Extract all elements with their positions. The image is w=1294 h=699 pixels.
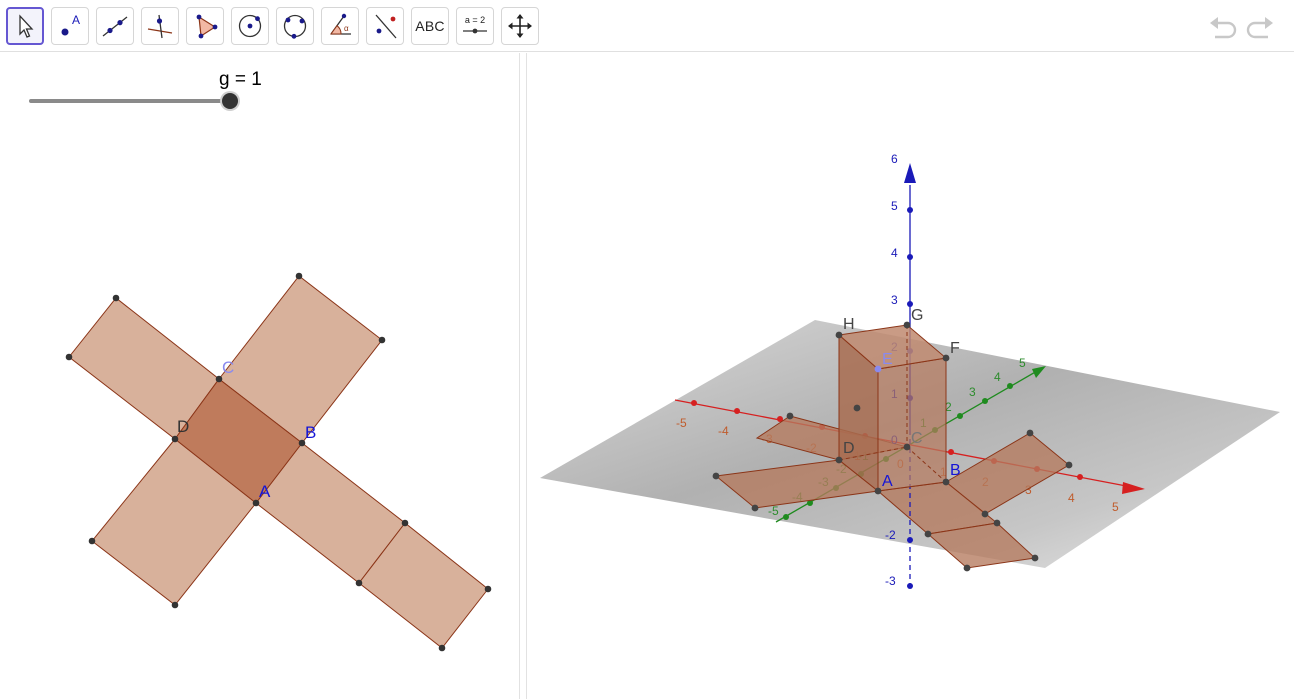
redo-icon: [1246, 17, 1273, 39]
x-tick-label: 4: [1068, 491, 1075, 505]
line-through-points-icon: [102, 16, 128, 37]
x-tick-label: -5: [676, 416, 687, 430]
point-tool-button[interactable]: A: [51, 7, 89, 45]
z-tick-label: -2: [885, 528, 896, 542]
3d-point-e[interactable]: [874, 365, 882, 373]
reflect-about-line-tool-button[interactable]: [366, 7, 404, 45]
3d-label-g: G: [911, 307, 923, 324]
3d-scene: -5 -4 -3 -2 -1 1 2 3 4 5: [540, 152, 1280, 590]
net-vertex[interactable]: [295, 272, 303, 280]
polygon-icon: [196, 14, 218, 39]
net-vertex[interactable]: [65, 353, 73, 361]
move-arrows-icon: [508, 14, 532, 38]
net-point-d[interactable]: [171, 435, 179, 443]
z-tick-label: 6: [891, 152, 898, 166]
y-tick-label: 5: [1019, 356, 1026, 370]
cuboid-face-front[interactable]: [877, 357, 947, 492]
net-vertex[interactable]: [355, 579, 363, 587]
net-vertex[interactable]: [112, 294, 120, 302]
point-icon: A: [61, 13, 80, 36]
perpendicular-icon: [147, 14, 173, 39]
slider-icon: a = 2: [463, 15, 487, 34]
net-label-d: D: [177, 417, 189, 436]
3d-label-b: B: [950, 462, 961, 479]
3d-label-d: D: [843, 440, 855, 457]
3d-net-vertex[interactable]: [751, 504, 759, 512]
move-tool-button[interactable]: [6, 7, 44, 45]
circle-center-icon: [238, 14, 262, 38]
slider-tool-button[interactable]: a = 2: [456, 7, 494, 45]
view-divider[interactable]: [519, 53, 527, 699]
arrow-pointer-icon: [19, 14, 34, 38]
angle-tool-button[interactable]: α: [321, 7, 359, 45]
line-tool-button[interactable]: [96, 7, 134, 45]
3d-net-vertex[interactable]: [1031, 554, 1039, 562]
net-drawing: C B A D: [65, 272, 492, 652]
3d-label-c: C: [911, 430, 923, 447]
3d-net-vertex[interactable]: [924, 530, 932, 538]
z-tick-label: -3: [885, 574, 896, 588]
text-icon: ABC: [415, 18, 445, 34]
circle-three-points-icon: [283, 14, 307, 39]
net-vertex[interactable]: [484, 585, 492, 593]
move-graphics-view-tool-button[interactable]: [501, 7, 539, 45]
3d-point-a[interactable]: [874, 487, 882, 495]
3d-point-h[interactable]: [835, 331, 843, 339]
perpendicular-line-tool-button[interactable]: [141, 7, 179, 45]
3d-point-g[interactable]: [903, 321, 911, 329]
z-tick-label: 4: [891, 246, 898, 260]
3d-net-vertex[interactable]: [963, 564, 971, 572]
z-tick-label: 5: [891, 199, 898, 213]
net-label-c: C: [222, 358, 234, 377]
angle-icon: α: [330, 13, 351, 35]
y-tick-label: 3: [969, 385, 976, 399]
3d-net-vertex[interactable]: [853, 404, 861, 412]
3d-net-vertex[interactable]: [993, 519, 1001, 527]
3d-point-c[interactable]: [903, 443, 911, 451]
svg-text:A: A: [72, 13, 80, 27]
net-vertex[interactable]: [171, 601, 179, 609]
graphics-view-3d[interactable]: -5 -4 -3 -2 -1 1 2 3 4 5: [527, 53, 1294, 699]
3d-net-vertex[interactable]: [1026, 429, 1034, 437]
circle-center-point-tool-button[interactable]: [231, 7, 269, 45]
circle-three-points-tool-button[interactable]: [276, 7, 314, 45]
3d-net-vertex[interactable]: [1065, 461, 1073, 469]
toolbar: A α ABC a = 2: [0, 0, 1294, 52]
net-label-b: B: [305, 423, 316, 442]
undo-button[interactable]: [1206, 12, 1240, 42]
3d-label-h: H: [843, 316, 855, 333]
3d-label-a: A: [882, 473, 893, 490]
svg-text:α: α: [344, 24, 349, 33]
3d-label-f: F: [950, 340, 960, 357]
polygon-tool-button[interactable]: [186, 7, 224, 45]
svg-text:a = 2: a = 2: [465, 15, 485, 25]
z-tick-label: 3: [891, 293, 898, 307]
3d-net-vertex[interactable]: [712, 472, 720, 480]
undo-icon: [1210, 17, 1237, 39]
x-tick-label: 5: [1112, 500, 1119, 514]
net-label-a: A: [259, 482, 271, 501]
y-tick-label: 4: [994, 370, 1001, 384]
3d-net-vertex[interactable]: [786, 412, 794, 420]
net-vertex[interactable]: [378, 336, 386, 344]
3d-point-d[interactable]: [835, 456, 843, 464]
net-vertex[interactable]: [438, 644, 446, 652]
3d-net-vertex[interactable]: [981, 510, 989, 518]
3d-point-f[interactable]: [942, 354, 950, 362]
text-tool-button[interactable]: ABC: [411, 7, 449, 45]
net-vertex[interactable]: [88, 537, 96, 545]
3d-point-b[interactable]: [942, 478, 950, 486]
x-tick-label: -4: [718, 424, 729, 438]
redo-button[interactable]: [1243, 12, 1277, 42]
3d-label-e: E: [882, 351, 893, 368]
graphics-view-2d[interactable]: g = 1 C B A D: [0, 53, 519, 699]
reflect-line-icon: [375, 14, 397, 39]
net-vertex[interactable]: [401, 519, 409, 527]
